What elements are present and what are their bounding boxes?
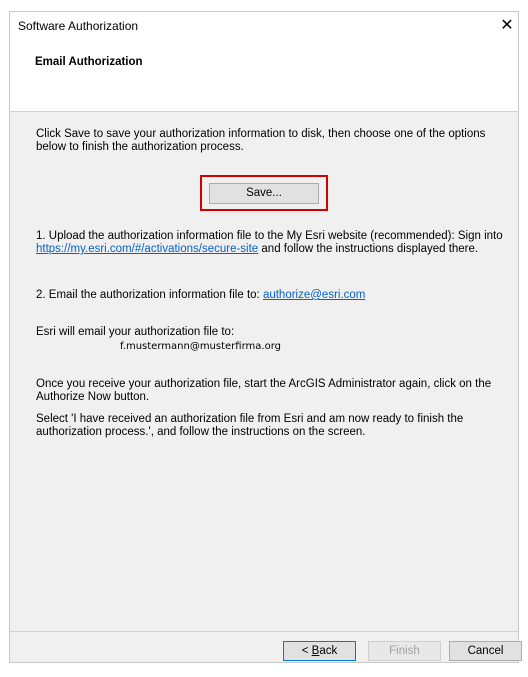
title-bar: Software Authorization ✕	[10, 12, 518, 40]
step2-text: 2. Email the authorization information f…	[36, 289, 263, 301]
header-panel: Email Authorization	[10, 40, 518, 112]
step2-paragraph: 2. Email the authorization information f…	[36, 289, 506, 302]
save-highlight-frame: Save...	[200, 175, 328, 211]
recipient-email: f.mustermann@musterfirma.org	[120, 341, 281, 352]
step1-paragraph: 1. Upload the authorization information …	[36, 230, 506, 256]
intro-text: Click Save to save your authorization in…	[36, 128, 486, 153]
select-text: Select 'I have received an authorization…	[36, 413, 464, 438]
once-text: Once you receive your authorization file…	[36, 378, 492, 403]
button-bar: < Back Finish Cancel	[10, 631, 522, 662]
page-title: Email Authorization	[35, 56, 143, 68]
close-button[interactable]: ✕	[496, 12, 518, 40]
software-authorization-dialog: Software Authorization ✕ Email Authoriza…	[9, 11, 522, 663]
authorize-email-link[interactable]: authorize@esri.com	[263, 289, 365, 301]
finish-button[interactable]: Finish	[368, 641, 441, 661]
my-esri-link[interactable]: https://my.esri.com/#/activations/secure…	[36, 243, 258, 255]
step1-text: 1. Upload the authorization information …	[36, 230, 503, 242]
esri-email-text: Esri will email your authorization file …	[36, 326, 235, 338]
back-button[interactable]: < Back	[283, 641, 356, 661]
window-title: Software Authorization	[18, 19, 139, 33]
cancel-button[interactable]: Cancel	[449, 641, 522, 661]
save-button[interactable]: Save...	[209, 183, 319, 204]
step1-suffix: and follow the instructions displayed th…	[258, 243, 479, 255]
